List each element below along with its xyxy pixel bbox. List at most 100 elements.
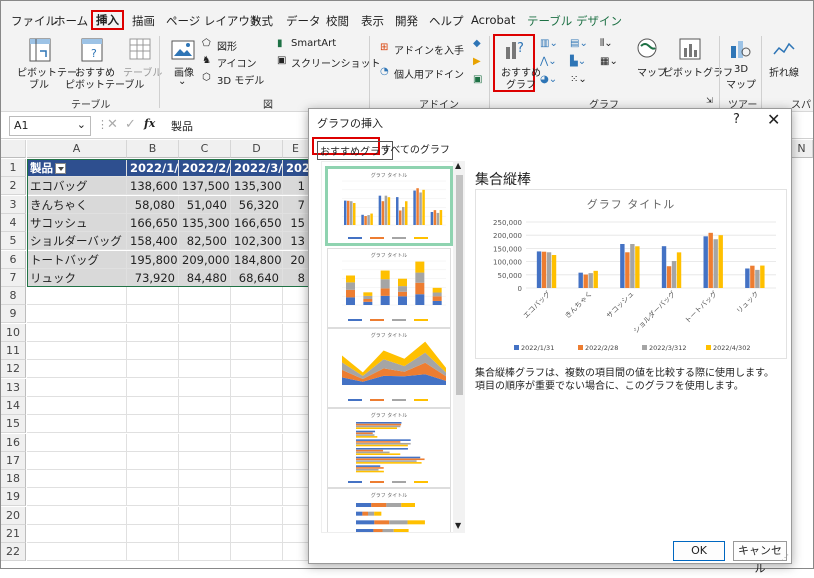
table-cell[interactable] (283, 378, 309, 397)
table-cell[interactable] (231, 305, 283, 324)
table-cell[interactable] (127, 342, 179, 360)
table-cell[interactable] (127, 360, 179, 379)
column-header[interactable]: C (179, 140, 231, 158)
column-header[interactable]: D (231, 140, 283, 158)
table-cell[interactable] (27, 525, 127, 543)
table-cell[interactable] (231, 378, 283, 397)
table-cell[interactable] (127, 287, 179, 306)
table-cell[interactable] (127, 305, 179, 324)
table-cell[interactable] (179, 470, 231, 489)
table-cell[interactable] (127, 488, 179, 507)
menu-file[interactable]: ファイル (11, 13, 57, 29)
cancel-button[interactable]: キャンセル (733, 541, 787, 575)
waterfall-chart-icon[interactable]: ⫴⌄ (600, 38, 613, 49)
table-cell[interactable] (127, 525, 179, 543)
smartart-button[interactable]: SmartArt (291, 38, 336, 49)
row-header[interactable]: 14 (1, 396, 26, 415)
row-header[interactable]: 11 (1, 342, 26, 360)
table-cell[interactable] (231, 415, 283, 434)
table-cell[interactable] (27, 305, 127, 324)
table-cell[interactable] (27, 396, 127, 415)
menu-view[interactable]: 表示 (361, 13, 384, 29)
table-cell[interactable] (283, 506, 309, 525)
ok-button[interactable]: OK (673, 541, 725, 561)
column-header[interactable]: B (127, 140, 179, 158)
thumbnail-stacked-bar[interactable]: グラフ タイトル (327, 488, 451, 532)
table-cell[interactable] (231, 488, 283, 507)
table-cell[interactable] (179, 433, 231, 452)
3d-map-button[interactable]: 3D (734, 64, 748, 75)
menu-formulas[interactable]: 数式 (250, 13, 273, 29)
cancel-icon[interactable]: ✕ (107, 117, 118, 132)
table-cell[interactable] (179, 543, 231, 562)
table-cell[interactable] (231, 506, 283, 525)
row-header[interactable]: 15 (1, 415, 26, 434)
resize-grip-icon[interactable]: ⋰ (781, 553, 789, 562)
table-cell[interactable] (127, 470, 179, 489)
table-cell[interactable] (231, 396, 283, 415)
row-header[interactable]: 21 (1, 525, 26, 543)
screenshot-button[interactable]: スクリーンショット (291, 55, 381, 70)
table-cell[interactable] (283, 415, 309, 434)
table-cell[interactable] (283, 287, 309, 306)
table-cell[interactable] (27, 360, 127, 379)
pivot-chart-button[interactable]: ピボットグラフ (663, 64, 733, 79)
icons-button[interactable]: アイコン (217, 55, 257, 70)
column-header[interactable]: N (791, 140, 813, 158)
table-cell[interactable] (179, 323, 231, 342)
table-cell[interactable] (127, 378, 179, 397)
table-cell[interactable] (27, 342, 127, 360)
help-icon[interactable]: ? (733, 112, 740, 127)
table-cell[interactable] (127, 451, 179, 470)
table-cell[interactable] (27, 506, 127, 525)
table-cell[interactable] (283, 396, 309, 415)
table-cell[interactable] (179, 488, 231, 507)
image-dropdown-icon[interactable]: ⌄ (178, 76, 186, 87)
select-all-corner[interactable] (1, 140, 26, 158)
menu-home[interactable]: ホーム (54, 13, 88, 29)
row-header[interactable]: 19 (1, 488, 26, 507)
table-cell[interactable] (231, 451, 283, 470)
enter-icon[interactable]: ✓ (125, 117, 136, 132)
table-cell[interactable] (283, 360, 309, 379)
table-cell[interactable] (231, 543, 283, 562)
row-header[interactable]: 10 (1, 323, 26, 342)
table-cell[interactable] (179, 525, 231, 543)
table-cell[interactable] (27, 433, 127, 452)
scroll-down-icon[interactable]: ▼ (455, 521, 461, 530)
table-cell[interactable] (283, 433, 309, 452)
table-cell[interactable] (27, 287, 127, 306)
table-cell[interactable] (283, 488, 309, 507)
formula-input[interactable]: 製品 (171, 118, 193, 134)
table-cell[interactable] (283, 305, 309, 324)
name-box[interactable]: A1 ⌄ (9, 116, 91, 136)
table-cell[interactable] (231, 470, 283, 489)
table-cell[interactable] (127, 506, 179, 525)
row-header[interactable]: 4 (1, 213, 26, 232)
menu-data[interactable]: データ (286, 13, 321, 29)
addin-icon-2[interactable]: ▶ (473, 56, 481, 67)
row-header[interactable]: 6 (1, 250, 26, 269)
table-button[interactable]: テーブル (123, 64, 162, 79)
menu-acrobat[interactable]: Acrobat (471, 13, 515, 27)
table-cell[interactable] (283, 323, 309, 342)
line-chart-icon[interactable]: ⋀⌄ (540, 56, 557, 67)
table-cell[interactable] (27, 415, 127, 434)
menu-help[interactable]: ヘルプ (429, 13, 464, 29)
table-cell[interactable] (127, 433, 179, 452)
row-header[interactable]: 22 (1, 543, 26, 562)
table-cell[interactable] (27, 543, 127, 562)
table-cell[interactable] (27, 323, 127, 342)
menu-table-design[interactable]: テーブル デザイン (527, 13, 622, 29)
table-cell[interactable] (231, 323, 283, 342)
shapes-button[interactable]: 図形 (217, 38, 237, 53)
row-header[interactable]: 17 (1, 451, 26, 470)
scroll-up-icon[interactable]: ▲ (455, 161, 461, 170)
table-cell[interactable] (179, 506, 231, 525)
row-header[interactable]: 3 (1, 195, 26, 214)
table-cell[interactable] (127, 396, 179, 415)
sparkline-line-button[interactable]: 折れ線 (769, 64, 799, 79)
menu-draw[interactable]: 描画 (132, 13, 155, 29)
scatter-chart-icon[interactable]: ⁙⌄ (570, 74, 587, 85)
menu-insert[interactable]: 挿入 (91, 10, 124, 30)
